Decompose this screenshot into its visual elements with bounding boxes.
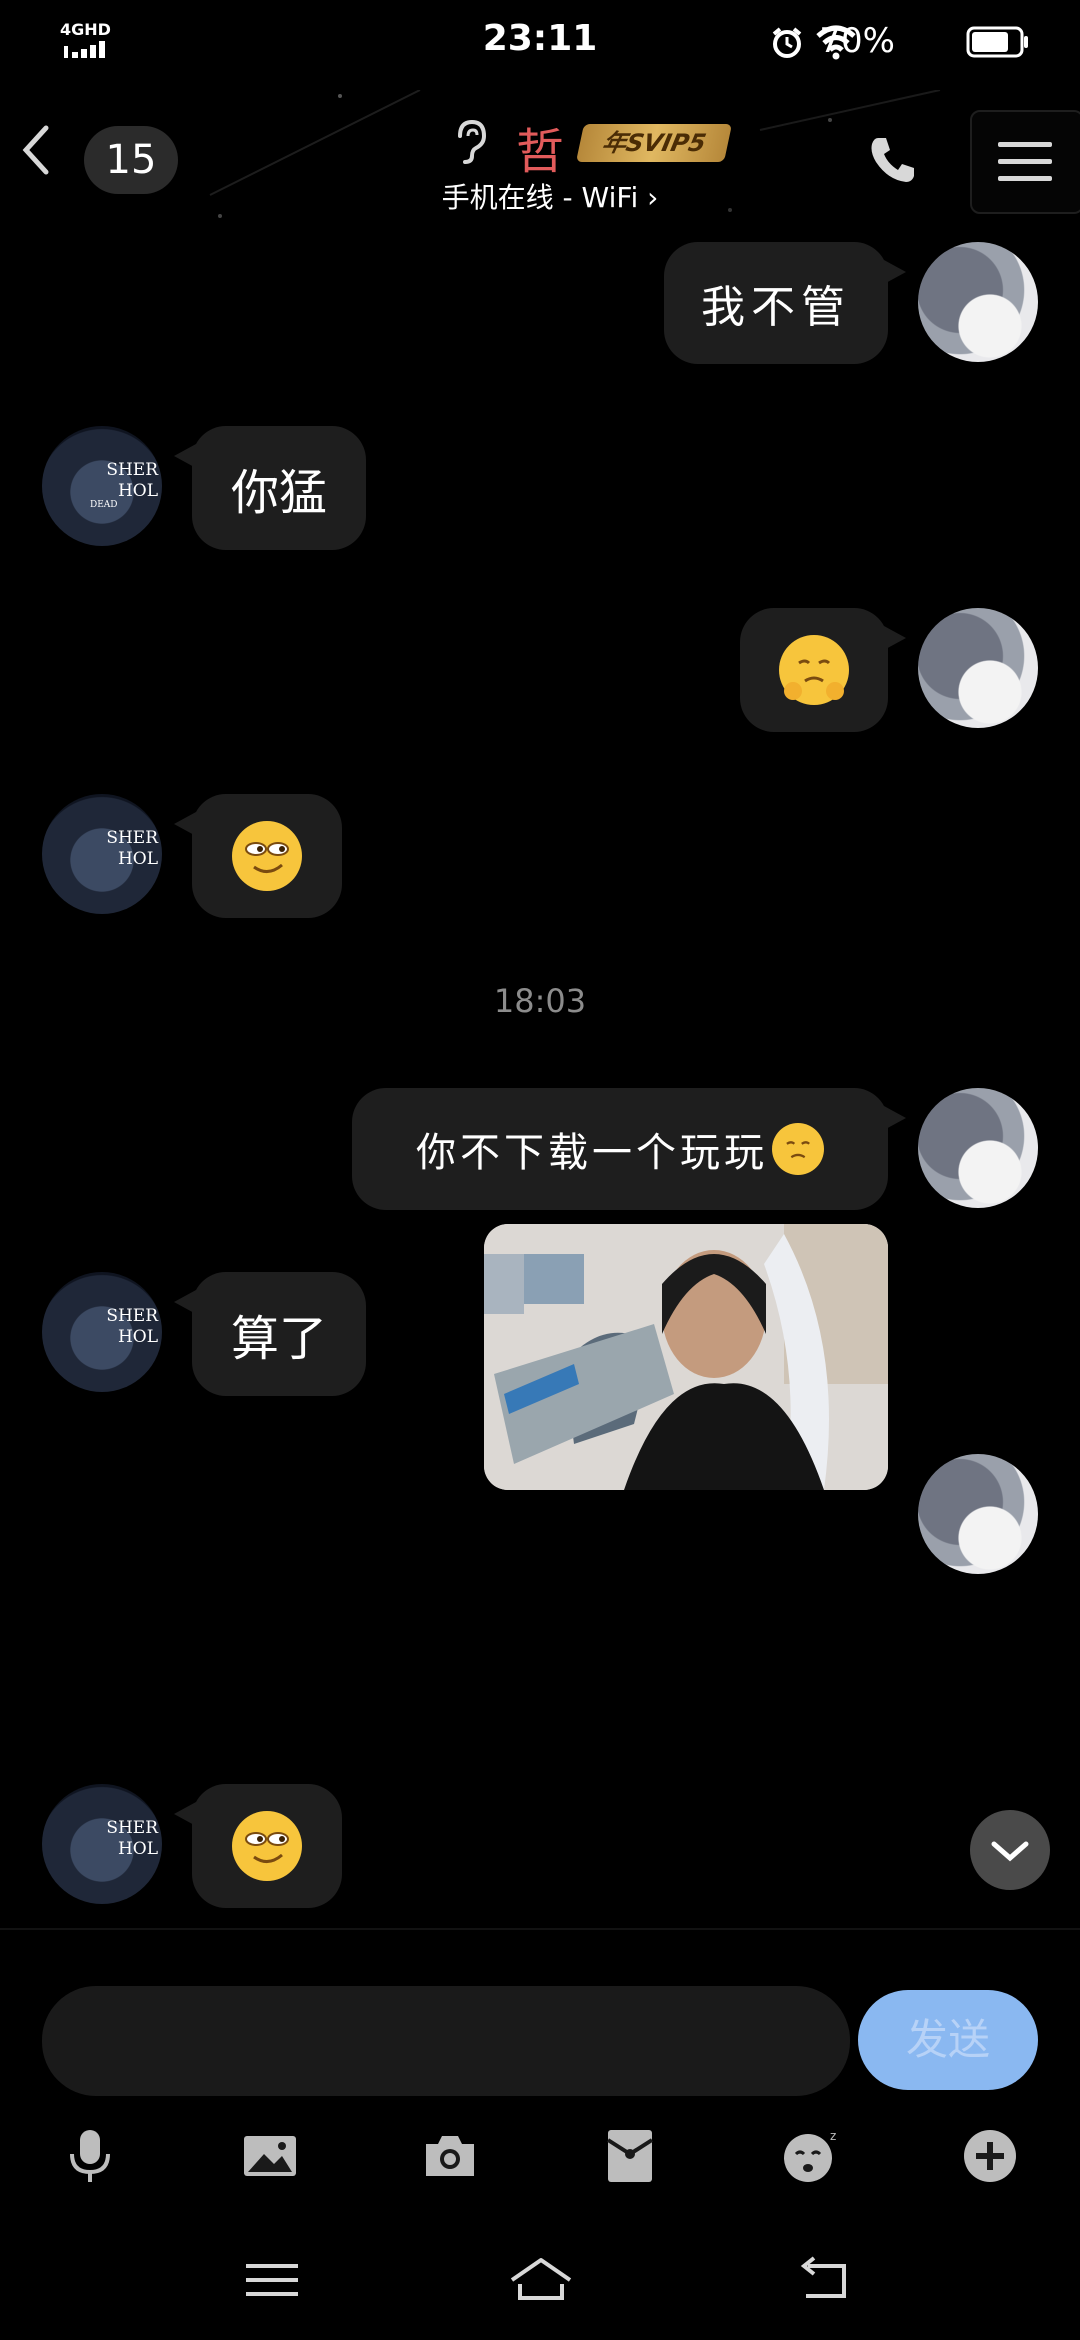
scroll-to-bottom-button[interactable] <box>970 1810 1050 1890</box>
earpiece-mode-icon[interactable] <box>450 118 490 166</box>
input-toolbar: z <box>0 2110 1080 2200</box>
plus-icon[interactable] <box>960 2126 1020 2186</box>
avatar-book-title: SHER HOL <box>106 1306 158 1347</box>
image-icon[interactable] <box>240 2126 300 2186</box>
pouting-face-emoji-icon <box>772 1123 824 1175</box>
alarm-icon <box>772 27 802 58</box>
message-bubble[interactable]: 你猛 <box>174 426 366 550</box>
hamburger-menu-icon <box>998 142 1052 181</box>
status-bar: 4GHD 23:11 70% <box>0 0 1080 90</box>
message-bubble[interactable] <box>174 794 342 918</box>
message-bubble[interactable]: 你不下载一个玩玩 <box>352 1088 906 1210</box>
friend-avatar[interactable]: SHER HOL <box>42 1272 162 1392</box>
red-packet-icon[interactable] <box>600 2126 660 2186</box>
friend-avatar[interactable]: SHER HOL <box>42 794 162 914</box>
friend-avatar[interactable]: SHER HOL <box>42 1784 162 1904</box>
my-avatar[interactable] <box>918 1454 1038 1574</box>
friend-avatar[interactable]: SHER HOL DEAD <box>42 426 162 546</box>
shared-photo-message[interactable] <box>484 1224 888 1490</box>
camera-icon[interactable] <box>420 2126 480 2186</box>
contact-name: 哲 <box>516 124 565 180</box>
message-text: 算了 <box>230 1311 327 1367</box>
send-button[interactable]: 发送 <box>858 1990 1038 2090</box>
message-timestamp: 18:03 <box>493 982 587 1020</box>
avatar-book-title: SHER HOL <box>106 460 158 501</box>
more-menu-button[interactable] <box>970 110 1080 214</box>
message-bubble[interactable] <box>174 1784 342 1908</box>
message-input[interactable] <box>42 1986 850 2096</box>
message-bubble[interactable] <box>740 608 906 732</box>
pouting-face-emoji-icon <box>779 635 849 705</box>
svip-badge: 年SVIP5 <box>575 124 733 162</box>
photo-content <box>484 1224 888 1490</box>
svg-text:z: z <box>830 2129 836 2143</box>
message-bubble[interactable]: 我不管 <box>664 242 906 364</box>
message-text: 你猛 <box>230 465 327 521</box>
smirk-face-emoji-icon <box>232 1811 302 1881</box>
battery-icon <box>966 26 1028 58</box>
my-avatar[interactable] <box>918 608 1038 728</box>
avatar-book-title: SHER HOL <box>106 828 158 869</box>
my-avatar[interactable] <box>918 1088 1038 1208</box>
message-list[interactable]: 我不管 SHER HOL DEAD 你猛 SHER HOL 18:03 你不下载… <box>0 230 1080 1930</box>
menu-icon[interactable] <box>242 2250 302 2310</box>
home-icon[interactable] <box>506 2250 576 2310</box>
my-avatar[interactable] <box>918 242 1038 362</box>
avatar-book-title: SHER HOL <box>106 1818 158 1859</box>
status-right: 70% <box>770 18 1030 66</box>
phone-call-icon[interactable] <box>866 132 922 188</box>
smirk-face-emoji-icon <box>232 821 302 891</box>
battery-percent: 70% <box>819 21 895 61</box>
input-divider <box>0 1928 1080 1930</box>
chat-screen: 4GHD 23:11 70% 15 哲 年SVIP5 手机在线 - WiFi ›… <box>0 0 1080 2340</box>
chevron-down-icon <box>991 1841 1029 1862</box>
back-icon[interactable] <box>794 2250 854 2310</box>
message-text: 你不下载一个玩玩 <box>416 1130 768 1176</box>
avatar-book-dead: DEAD <box>90 500 118 510</box>
chat-header: 15 哲 年SVIP5 手机在线 - WiFi › <box>0 90 1080 230</box>
sticker-icon[interactable]: z <box>780 2126 840 2186</box>
message-text: 我不管 <box>701 282 851 333</box>
system-nav-bar <box>0 2220 1080 2340</box>
contact-title[interactable]: 哲 年SVIP5 <box>450 112 750 180</box>
message-bubble[interactable]: 算了 <box>174 1272 366 1396</box>
back-arrow-icon[interactable] <box>16 120 56 180</box>
microphone-icon[interactable] <box>60 2126 120 2186</box>
